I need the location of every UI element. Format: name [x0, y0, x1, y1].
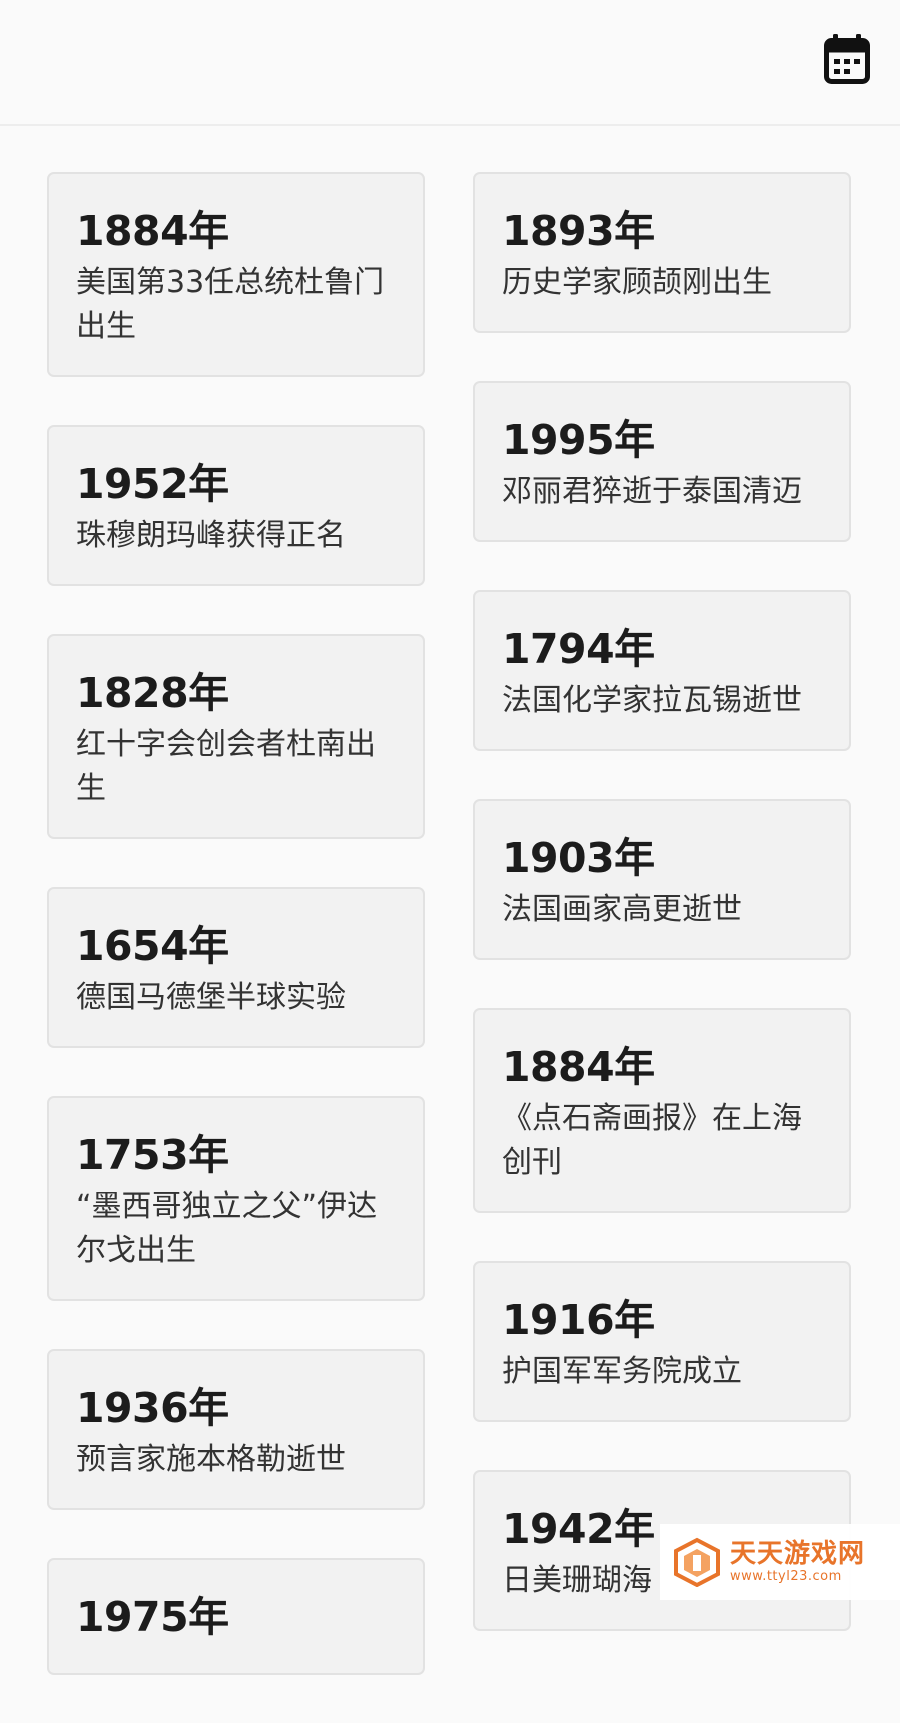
- event-text: 美国第33任总统杜鲁门出生: [76, 265, 385, 344]
- event-card[interactable]: 1753年 “墨西哥独立之父”伊达尔戈出生: [47, 1096, 425, 1301]
- event-card[interactable]: 1884年 美国第33任总统杜鲁门出生: [47, 172, 425, 377]
- event-text: 德国马德堡半球实验: [76, 980, 346, 1015]
- event-text: 法国化学家拉瓦锡逝世: [502, 683, 802, 718]
- event-year: 1893年: [502, 207, 655, 255]
- calendar-button[interactable]: [818, 30, 876, 88]
- event-year: 1884年: [502, 1043, 655, 1091]
- right-column: 1893年 历史学家顾颉刚出生 1995年 邓丽君猝逝于泰国清迈 1794年 法…: [473, 172, 851, 1679]
- event-year: 1794年: [502, 625, 655, 673]
- calendar-icon: [824, 34, 870, 84]
- event-year: 1916年: [502, 1296, 655, 1344]
- watermark-url: www.ttyl23.com: [730, 1569, 842, 1584]
- event-year: 1903年: [502, 834, 655, 882]
- event-year: 1995年: [502, 416, 655, 464]
- event-text: 护国军军务院成立: [502, 1354, 742, 1389]
- event-text: 预言家施本格勒逝世: [76, 1442, 346, 1477]
- event-card[interactable]: 1893年 历史学家顾颉刚出生: [473, 172, 851, 333]
- event-text: 红十字会创会者杜南出生: [76, 727, 376, 806]
- event-year: 1753年: [76, 1131, 229, 1179]
- event-text: 珠穆朗玛峰获得正名: [76, 518, 346, 553]
- event-card[interactable]: 1828年 红十字会创会者杜南出生: [47, 634, 425, 839]
- event-card[interactable]: 1794年 法国化学家拉瓦锡逝世: [473, 590, 851, 751]
- watermark-title: 天天游戏网: [730, 1539, 866, 1569]
- event-year: 1936年: [76, 1384, 229, 1432]
- event-text: 邓丽君猝逝于泰国清迈: [502, 474, 802, 509]
- event-text: “墨西哥独立之父”伊达尔戈出生: [76, 1189, 378, 1268]
- watermark-logo-icon: [672, 1537, 722, 1587]
- event-card[interactable]: 1975年: [47, 1558, 425, 1675]
- event-year: 1654年: [76, 922, 229, 970]
- event-text: 《点石斋画报》在上海创刊: [502, 1101, 802, 1180]
- event-card[interactable]: 1916年 护国军军务院成立: [473, 1261, 851, 1422]
- top-app-bar: [0, 0, 900, 126]
- event-card[interactable]: 1995年 邓丽君猝逝于泰国清迈: [473, 381, 851, 542]
- event-year: 1975年: [76, 1593, 229, 1641]
- left-column: 1884年 美国第33任总统杜鲁门出生 1952年 珠穆朗玛峰获得正名 1828…: [47, 172, 425, 1723]
- event-year: 1952年: [76, 460, 229, 508]
- event-card[interactable]: 1936年 预言家施本格勒逝世: [47, 1349, 425, 1510]
- event-year: 1828年: [76, 669, 229, 717]
- event-year: 1884年: [76, 207, 229, 255]
- event-card[interactable]: 1903年 法国画家高更逝世: [473, 799, 851, 960]
- event-text: 历史学家顾颉刚出生: [502, 265, 772, 300]
- event-card[interactable]: 1952年 珠穆朗玛峰获得正名: [47, 425, 425, 586]
- site-watermark: 天天游戏网 www.ttyl23.com: [660, 1524, 900, 1600]
- event-text: 法国画家高更逝世: [502, 892, 742, 927]
- event-card[interactable]: 1884年 《点石斋画报》在上海创刊: [473, 1008, 851, 1213]
- event-card[interactable]: 1654年 德国马德堡半球实验: [47, 887, 425, 1048]
